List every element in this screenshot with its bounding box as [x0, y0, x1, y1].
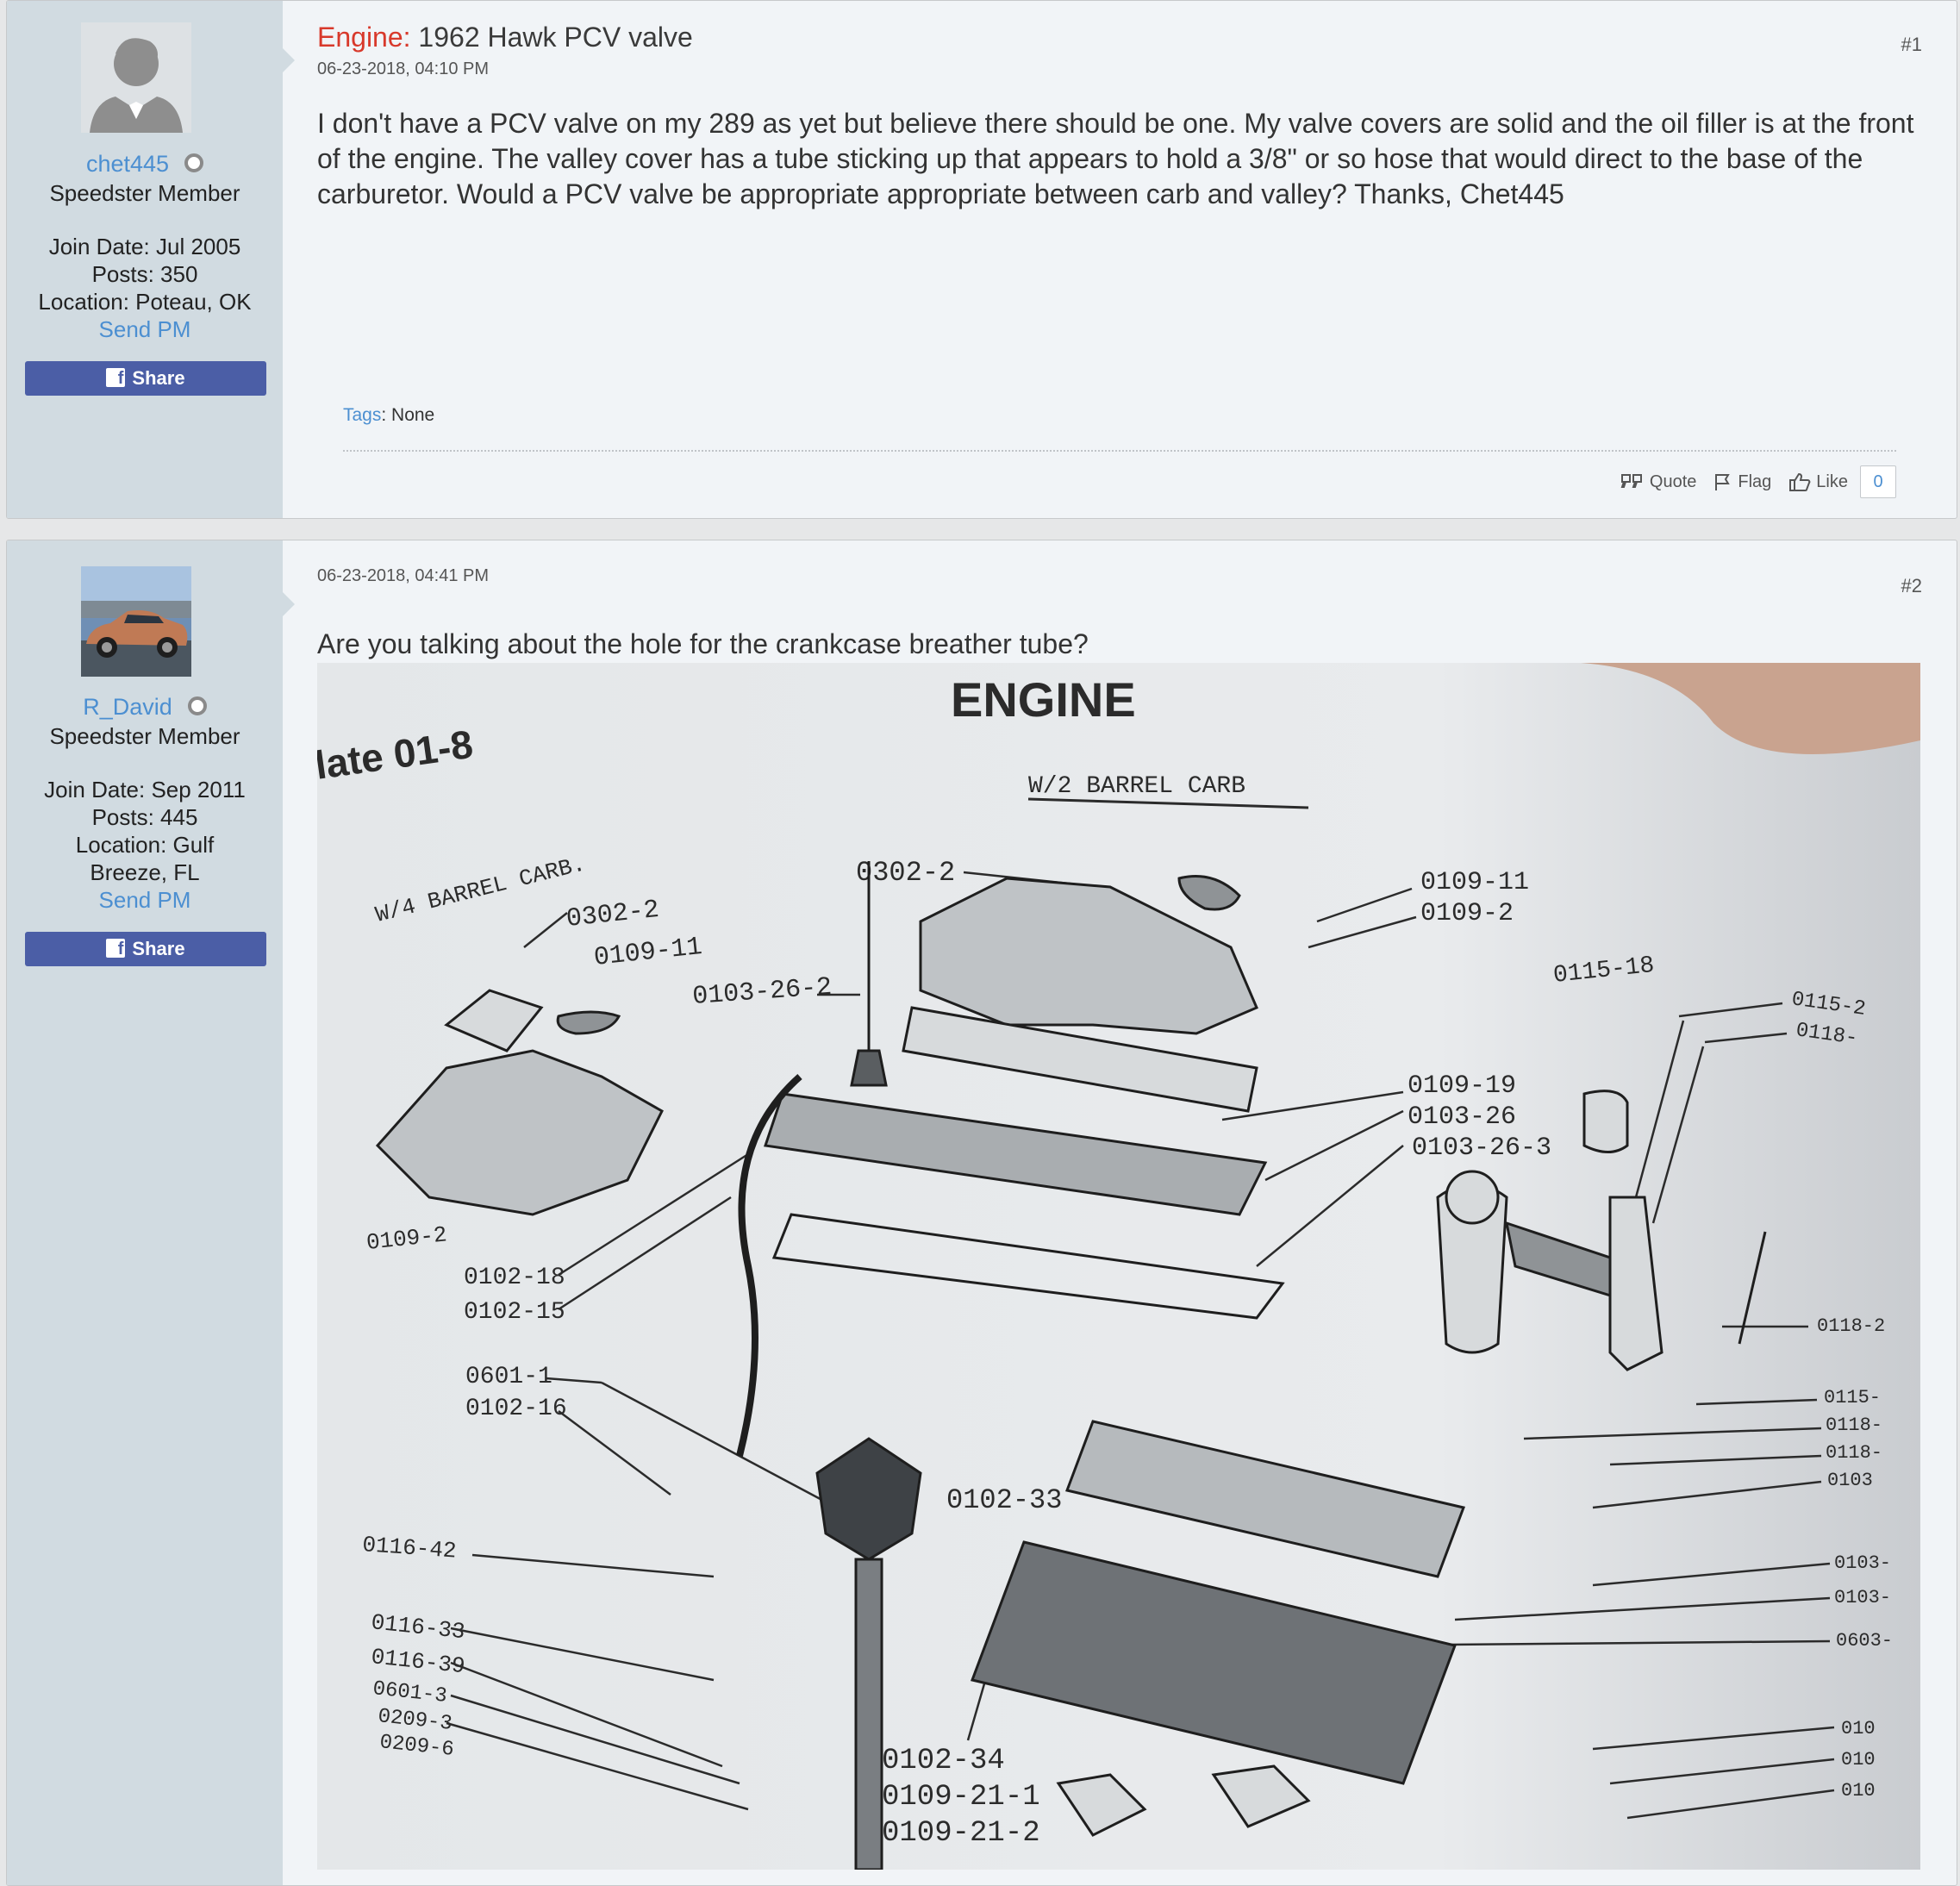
part-label: 0601-1	[465, 1364, 552, 1390]
like-label: Like	[1816, 472, 1848, 491]
username-row: chet445	[7, 151, 283, 178]
quote-button[interactable]: Quote	[1620, 472, 1696, 492]
user-avatar-car-photo[interactable]	[81, 566, 191, 677]
post-content: Engine: 1962 Hawk PCV valve 06-23-2018, …	[283, 1, 1957, 518]
like-count[interactable]: 0	[1860, 465, 1896, 498]
part-label: 0115-	[1824, 1387, 1881, 1408]
w2-barrel-label: W/2 BARREL CARB	[1028, 773, 1245, 800]
part-label: 0102-18	[464, 1265, 565, 1291]
part-label: 010	[1841, 1780, 1876, 1802]
part-label: 0103-26	[1408, 1102, 1516, 1132]
post-count: Posts: 445	[91, 804, 198, 830]
part-label: 0109-11	[1420, 868, 1529, 897]
send-pm-link[interactable]: Send PM	[7, 315, 283, 343]
title-prefix[interactable]: Engine:	[317, 22, 411, 53]
post-message: Are you talking about the hole for the c…	[317, 628, 1089, 659]
facebook-share-button[interactable]: f Share	[25, 361, 266, 396]
part-label: 0102-15	[464, 1299, 565, 1326]
part-label: 0102-33	[946, 1484, 1062, 1516]
post-content: 06-23-2018, 04:41 PM #2 Are you talking …	[283, 540, 1957, 1885]
tags-line: Tags: None	[343, 405, 434, 426]
part-label: 0102-16	[465, 1396, 567, 1422]
tags-link[interactable]: Tags	[343, 405, 381, 425]
post-1: chet445 Speedster Member Join Date: Jul …	[6, 0, 1957, 519]
part-label: 0103-26-3	[1412, 1133, 1551, 1163]
post-date: 06-23-2018, 04:10 PM	[317, 59, 490, 78]
facebook-share-button[interactable]: f Share	[25, 932, 266, 966]
username-link[interactable]: chet445	[86, 151, 169, 177]
flag-button[interactable]: Flag	[1713, 472, 1771, 492]
location-continued: Breeze, FL	[90, 859, 200, 885]
flag-icon	[1715, 474, 1731, 490]
location: Location: Gulf	[75, 832, 215, 858]
part-label: 0118-2	[1817, 1315, 1885, 1337]
post-actions: Quote Flag Like 0	[1603, 465, 1896, 498]
share-label: Share	[132, 938, 185, 959]
title-text: 1962 Hawk PCV valve	[418, 22, 693, 53]
part-label: 010	[1841, 1718, 1876, 1739]
post-title: Engine: 1962 Hawk PCV valve	[317, 22, 693, 53]
part-label: 0118-	[1826, 1414, 1882, 1436]
post-count: Posts: 350	[91, 261, 198, 287]
join-date: Join Date: Sep 2011	[44, 777, 246, 802]
post-divider	[343, 450, 1896, 452]
tags-value: : None	[381, 405, 435, 425]
part-label: 0302-2	[856, 857, 955, 889]
part-label: 010	[1841, 1749, 1876, 1770]
facebook-icon: f	[106, 368, 126, 388]
part-label: 0103-	[1834, 1552, 1891, 1574]
username-link[interactable]: R_David	[83, 694, 172, 720]
username-row: R_David	[7, 694, 283, 721]
user-title: Speedster Member	[49, 180, 240, 206]
engine-parts-diagram-image[interactable]: ENGINE late 01-8 W/2 BARREL CARB W/4 BAR…	[317, 663, 1920, 1870]
like-button[interactable]: Like	[1788, 472, 1848, 492]
default-avatar[interactable]	[81, 22, 191, 133]
flag-label: Flag	[1738, 472, 1772, 491]
quote-icon	[1620, 474, 1642, 488]
offline-status-icon	[184, 153, 204, 172]
location: Location: Poteau, OK	[38, 289, 252, 315]
part-label: 0109-19	[1408, 1071, 1516, 1101]
post-2: R_David Speedster Member Join Date: Sep …	[6, 540, 1957, 1886]
quote-label: Quote	[1649, 472, 1697, 491]
part-label: 0109-21-1	[882, 1781, 1040, 1814]
join-date: Join Date: Jul 2005	[48, 234, 241, 259]
send-pm-link[interactable]: Send PM	[7, 886, 283, 914]
part-label: 0103-	[1834, 1587, 1891, 1608]
user-info-panel: R_David Speedster Member Join Date: Sep …	[7, 540, 283, 1885]
user-info-panel: chet445 Speedster Member Join Date: Jul …	[7, 1, 283, 518]
user-title: Speedster Member	[49, 723, 240, 749]
part-label: 0103	[1827, 1470, 1873, 1491]
part-label: 0603-	[1836, 1630, 1893, 1652]
part-label: 0102-34	[882, 1745, 1005, 1777]
offline-status-icon	[187, 696, 207, 715]
post-message: I don't have a PCV valve on my 289 as ye…	[317, 108, 1914, 209]
part-label: 0109-2	[1420, 899, 1514, 928]
post-number-link[interactable]: #2	[1901, 575, 1922, 597]
share-label: Share	[132, 367, 185, 389]
diagram-heading: ENGINE	[951, 672, 1136, 727]
part-label: 0109-21-2	[882, 1817, 1040, 1850]
post-date: 06-23-2018, 04:41 PM	[317, 566, 490, 585]
post-number-link[interactable]: #1	[1901, 34, 1922, 56]
part-label: 0118-	[1826, 1442, 1882, 1464]
thumbs-up-icon	[1789, 472, 1811, 491]
facebook-icon: f	[106, 939, 126, 959]
